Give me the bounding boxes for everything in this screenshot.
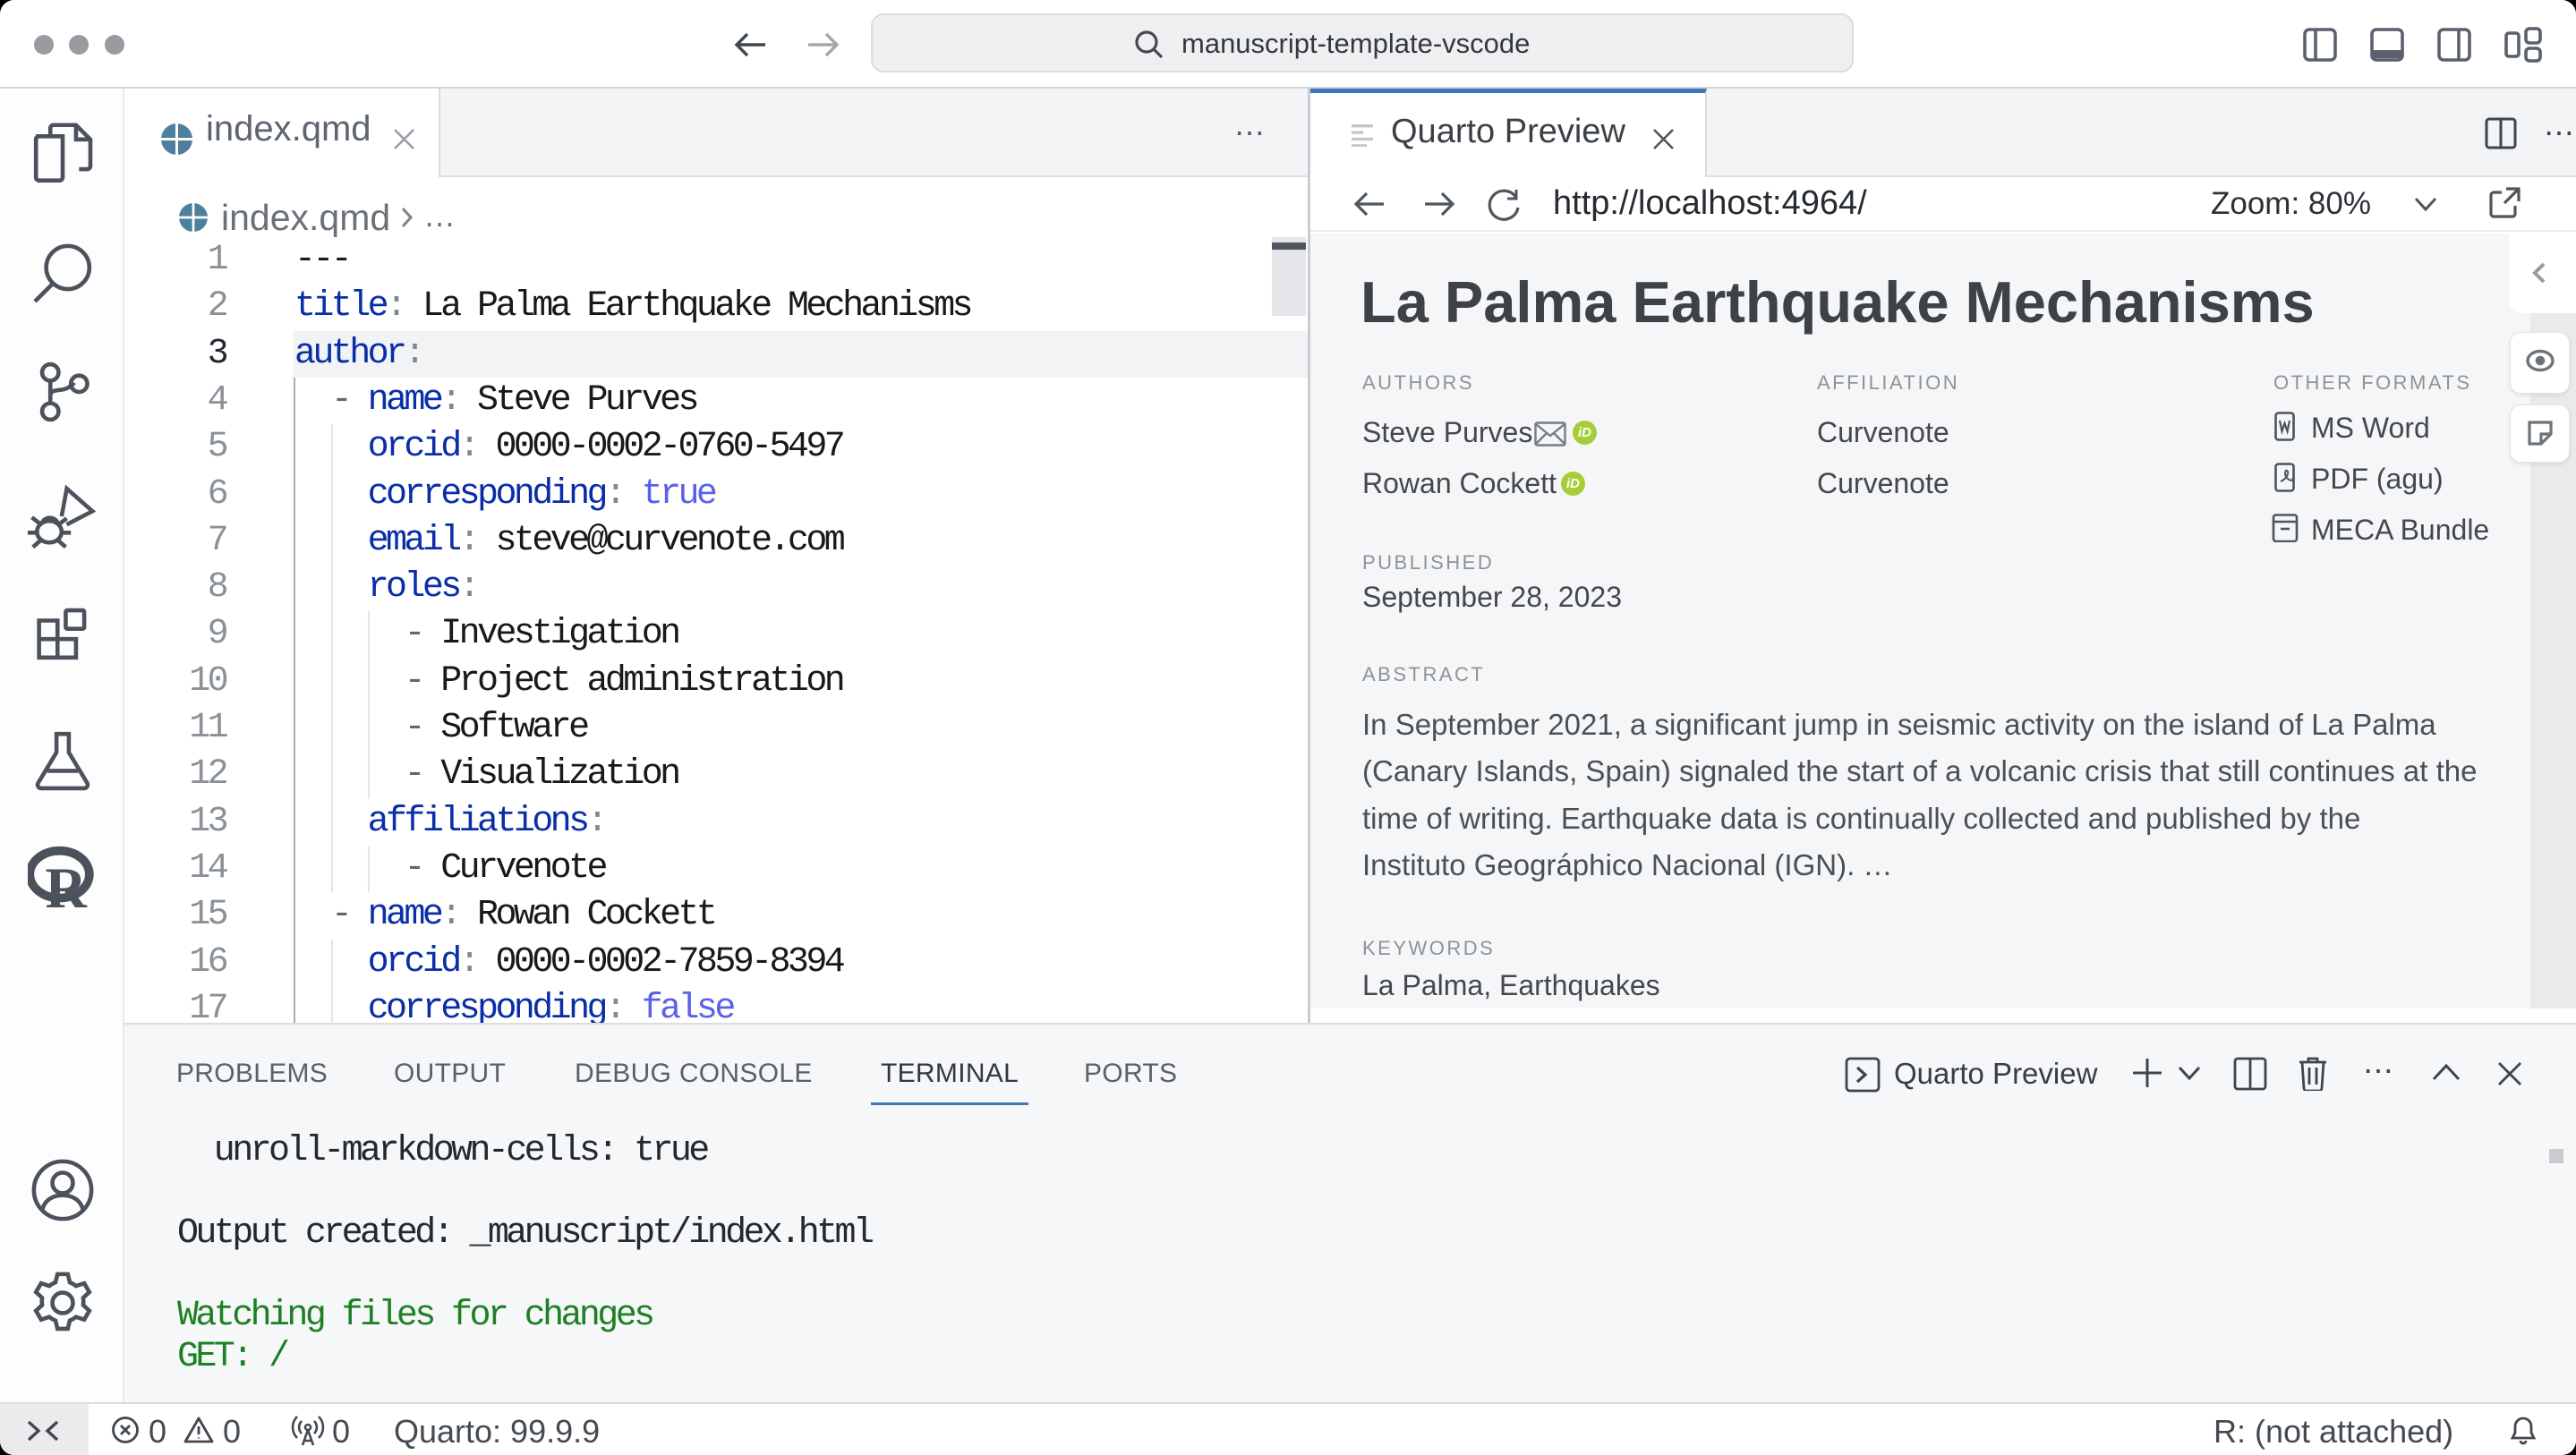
svg-text:R: R xyxy=(46,856,88,915)
